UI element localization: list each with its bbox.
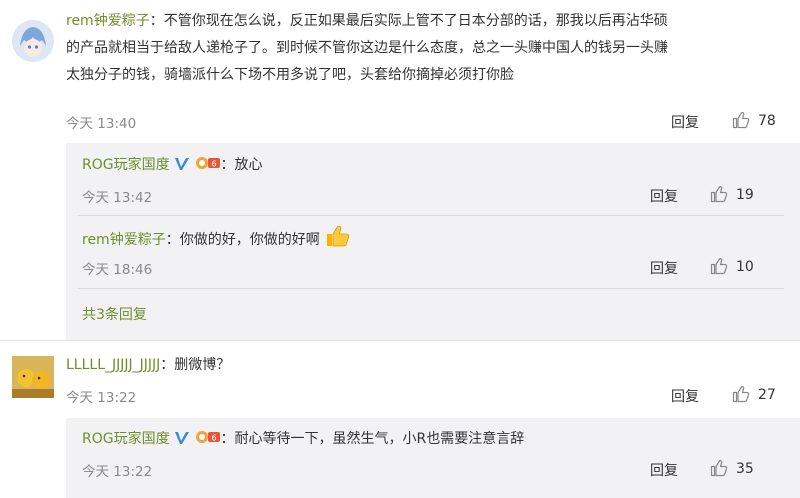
more-replies-link[interactable]: 共3条回复 — [82, 304, 147, 324]
reply-text: ROG玩家国度 6 ：放心 — [82, 152, 263, 179]
reply-button[interactable]: 回复 — [650, 186, 678, 206]
reply-username[interactable]: ROG玩家国度 — [82, 157, 170, 173]
svg-text:6: 6 — [211, 160, 216, 169]
like-count: 27 — [758, 387, 776, 403]
like-count: 78 — [758, 113, 776, 129]
thumbs-up-icon — [732, 111, 750, 129]
comment-text-line-3: 太独分子的钱，骑墙派什么下场不用多说了吧，头套给你摘掉必须打你脸 — [66, 67, 514, 83]
like-count: 35 — [736, 461, 754, 477]
verified-icon — [175, 432, 190, 444]
verified-icon — [175, 158, 190, 170]
thumbs-up-icon — [732, 385, 750, 403]
reply-username[interactable]: rem钟爱粽子 — [82, 232, 166, 248]
divider — [78, 215, 784, 216]
like-button[interactable]: 27 — [732, 385, 776, 403]
reply-button[interactable]: 回复 — [671, 112, 699, 132]
like-button[interactable]: 19 — [710, 185, 754, 203]
like-count: 10 — [736, 259, 754, 275]
comment-text-line-1: LLLLL_JJJJJ_JJJJJ：删微博？ — [66, 357, 231, 373]
like-button[interactable]: 35 — [710, 459, 754, 477]
thumbs-up-emoji-icon — [327, 225, 350, 247]
reply-button[interactable]: 回复 — [671, 386, 699, 406]
comment-username[interactable]: LLLLL_JJJJJ_JJJJJ — [66, 357, 160, 373]
svg-text:6: 6 — [211, 434, 216, 443]
avatar[interactable] — [12, 356, 54, 398]
comment-divider — [0, 340, 800, 341]
comment-text-line-1: rem钟爱粽子：不管你现在怎么说，反正如果最后实际上管不了日本分部的话，那我以后… — [66, 13, 668, 29]
reply-time: 今天 13:22 — [82, 464, 153, 480]
comment-username[interactable]: rem钟爱粽子 — [66, 13, 150, 29]
fan-badge-icon: 6 — [195, 431, 220, 443]
reply-button[interactable]: 回复 — [650, 258, 678, 278]
divider — [78, 288, 784, 289]
like-button[interactable]: 78 — [732, 111, 776, 129]
reply-time: 今天 18:46 — [82, 262, 153, 278]
reply-text: ROG玩家国度 6 ：耐心等待一下，虽然生气，小R也需要注意言辞 — [82, 426, 524, 453]
comment-time: 今天 13:22 — [66, 390, 137, 406]
comment-time: 今天 13:40 — [66, 116, 137, 132]
reply-button[interactable]: 回复 — [650, 460, 678, 480]
like-count: 19 — [736, 187, 754, 203]
reply-text: rem钟爱粽子：你做的好，你做的好啊 — [82, 225, 350, 254]
comment-text-line-2: 的产品就相当于给敌人递枪子了。到时候不管你这边是什么态度，总之一头赚中国人的钱另… — [66, 40, 668, 56]
like-button[interactable]: 10 — [710, 257, 754, 275]
reply-username[interactable]: ROG玩家国度 — [82, 431, 170, 447]
thumbs-up-icon — [710, 257, 728, 275]
thumbs-up-icon — [710, 459, 728, 477]
thumbs-up-icon — [710, 185, 728, 203]
avatar[interactable] — [12, 20, 54, 62]
fan-badge-icon: 6 — [195, 157, 220, 169]
reply-time: 今天 13:42 — [82, 190, 153, 206]
